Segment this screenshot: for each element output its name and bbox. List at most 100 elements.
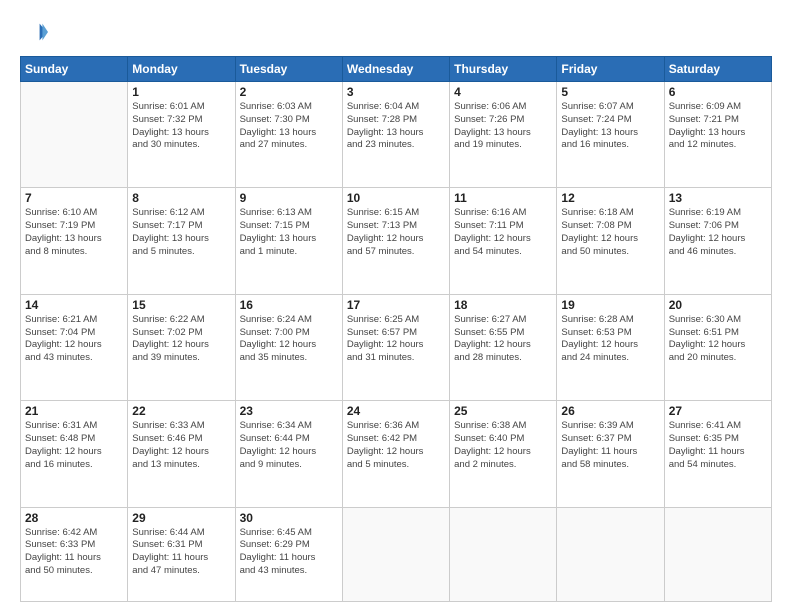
day-cell: 20 Sunrise: 6:30 AM Sunset: 6:51 PM Dayli… bbox=[664, 294, 771, 400]
day-number: 29 bbox=[132, 511, 230, 525]
day-cell bbox=[450, 507, 557, 601]
weekday-header: Saturday bbox=[664, 57, 771, 82]
day-number: 16 bbox=[240, 298, 338, 312]
logo bbox=[20, 18, 52, 46]
day-cell: 15 Sunrise: 6:22 AM Sunset: 7:02 PM Dayli… bbox=[128, 294, 235, 400]
day-number: 26 bbox=[561, 404, 659, 418]
day-info: Sunrise: 6:45 AM Sunset: 6:29 PM Dayligh… bbox=[240, 527, 338, 578]
day-cell: 1 Sunrise: 6:01 AM Sunset: 7:32 PM Daylig… bbox=[128, 82, 235, 188]
day-cell: 29 Sunrise: 6:44 AM Sunset: 6:31 PM Dayli… bbox=[128, 507, 235, 601]
day-info: Sunrise: 6:10 AM Sunset: 7:19 PM Dayligh… bbox=[25, 207, 123, 258]
day-number: 24 bbox=[347, 404, 445, 418]
day-cell: 12Sunrise: 6:18 AM Sunset: 7:08 PM Dayli… bbox=[557, 188, 664, 294]
day-info: Sunrise: 6:34 AM Sunset: 6:44 PM Dayligh… bbox=[240, 420, 338, 471]
day-number: 11 bbox=[454, 191, 552, 205]
day-number: 14 bbox=[25, 298, 123, 312]
day-info: Sunrise: 6:03 AM Sunset: 7:30 PM Dayligh… bbox=[240, 101, 338, 152]
day-info: Sunrise: 6:04 AM Sunset: 7:28 PM Dayligh… bbox=[347, 101, 445, 152]
day-cell: 30 Sunrise: 6:45 AM Sunset: 6:29 PM Dayli… bbox=[235, 507, 342, 601]
weekday-header: Wednesday bbox=[342, 57, 449, 82]
day-cell: 3Sunrise: 6:04 AM Sunset: 7:28 PM Daylig… bbox=[342, 82, 449, 188]
weekday-header: Monday bbox=[128, 57, 235, 82]
day-number: 25 bbox=[454, 404, 552, 418]
day-info: Sunrise: 6:13 AM Sunset: 7:15 PM Dayligh… bbox=[240, 207, 338, 258]
day-info: Sunrise: 6:41 AM Sunset: 6:35 PM Dayligh… bbox=[669, 420, 767, 471]
day-cell bbox=[557, 507, 664, 601]
day-cell: 14 Sunrise: 6:21 AM Sunset: 7:04 PM Dayli… bbox=[21, 294, 128, 400]
day-cell: 22 Sunrise: 6:33 AM Sunset: 6:46 PM Dayli… bbox=[128, 401, 235, 507]
day-number: 7 bbox=[25, 191, 123, 205]
page: SundayMondayTuesdayWednesdayThursdayFrid… bbox=[0, 0, 792, 612]
day-info: Sunrise: 6:36 AM Sunset: 6:42 PM Dayligh… bbox=[347, 420, 445, 471]
day-info: Sunrise: 6:07 AM Sunset: 7:24 PM Dayligh… bbox=[561, 101, 659, 152]
day-info: Sunrise: 6:44 AM Sunset: 6:31 PM Dayligh… bbox=[132, 527, 230, 578]
day-info: Sunrise: 6:24 AM Sunset: 7:00 PM Dayligh… bbox=[240, 314, 338, 365]
weekday-header: Thursday bbox=[450, 57, 557, 82]
day-cell: 7 Sunrise: 6:10 AM Sunset: 7:19 PM Daylig… bbox=[21, 188, 128, 294]
calendar-table: SundayMondayTuesdayWednesdayThursdayFrid… bbox=[20, 56, 772, 602]
day-cell: 19Sunrise: 6:28 AM Sunset: 6:53 PM Dayli… bbox=[557, 294, 664, 400]
day-number: 6 bbox=[669, 85, 767, 99]
day-cell: 8Sunrise: 6:12 AM Sunset: 7:17 PM Daylig… bbox=[128, 188, 235, 294]
day-number: 8 bbox=[132, 191, 230, 205]
week-row: 1 Sunrise: 6:01 AM Sunset: 7:32 PM Daylig… bbox=[21, 82, 772, 188]
day-number: 10 bbox=[347, 191, 445, 205]
day-number: 20 bbox=[669, 298, 767, 312]
day-number: 27 bbox=[669, 404, 767, 418]
day-info: Sunrise: 6:21 AM Sunset: 7:04 PM Dayligh… bbox=[25, 314, 123, 365]
day-number: 23 bbox=[240, 404, 338, 418]
header bbox=[20, 18, 772, 46]
day-info: Sunrise: 6:25 AM Sunset: 6:57 PM Dayligh… bbox=[347, 314, 445, 365]
day-number: 4 bbox=[454, 85, 552, 99]
day-info: Sunrise: 6:27 AM Sunset: 6:55 PM Dayligh… bbox=[454, 314, 552, 365]
week-row: 28Sunrise: 6:42 AM Sunset: 6:33 PM Dayli… bbox=[21, 507, 772, 601]
week-row: 14 Sunrise: 6:21 AM Sunset: 7:04 PM Dayli… bbox=[21, 294, 772, 400]
day-number: 13 bbox=[669, 191, 767, 205]
day-info: Sunrise: 6:39 AM Sunset: 6:37 PM Dayligh… bbox=[561, 420, 659, 471]
day-number: 22 bbox=[132, 404, 230, 418]
day-cell bbox=[664, 507, 771, 601]
day-info: Sunrise: 6:30 AM Sunset: 6:51 PM Dayligh… bbox=[669, 314, 767, 365]
day-info: Sunrise: 6:06 AM Sunset: 7:26 PM Dayligh… bbox=[454, 101, 552, 152]
day-cell: 24 Sunrise: 6:36 AM Sunset: 6:42 PM Dayli… bbox=[342, 401, 449, 507]
day-cell: 2Sunrise: 6:03 AM Sunset: 7:30 PM Daylig… bbox=[235, 82, 342, 188]
day-cell: 27 Sunrise: 6:41 AM Sunset: 6:35 PM Dayli… bbox=[664, 401, 771, 507]
day-info: Sunrise: 6:22 AM Sunset: 7:02 PM Dayligh… bbox=[132, 314, 230, 365]
day-number: 30 bbox=[240, 511, 338, 525]
weekday-header: Friday bbox=[557, 57, 664, 82]
day-info: Sunrise: 6:19 AM Sunset: 7:06 PM Dayligh… bbox=[669, 207, 767, 258]
weekday-header-row: SundayMondayTuesdayWednesdayThursdayFrid… bbox=[21, 57, 772, 82]
day-cell: 28Sunrise: 6:42 AM Sunset: 6:33 PM Dayli… bbox=[21, 507, 128, 601]
week-row: 21 Sunrise: 6:31 AM Sunset: 6:48 PM Dayli… bbox=[21, 401, 772, 507]
day-number: 21 bbox=[25, 404, 123, 418]
logo-icon bbox=[20, 18, 48, 46]
day-cell: 6 Sunrise: 6:09 AM Sunset: 7:21 PM Daylig… bbox=[664, 82, 771, 188]
day-info: Sunrise: 6:16 AM Sunset: 7:11 PM Dayligh… bbox=[454, 207, 552, 258]
day-cell: 13 Sunrise: 6:19 AM Sunset: 7:06 PM Dayli… bbox=[664, 188, 771, 294]
day-number: 15 bbox=[132, 298, 230, 312]
day-cell: 11 Sunrise: 6:16 AM Sunset: 7:11 PM Dayli… bbox=[450, 188, 557, 294]
day-cell: 4 Sunrise: 6:06 AM Sunset: 7:26 PM Daylig… bbox=[450, 82, 557, 188]
day-cell: 9 Sunrise: 6:13 AM Sunset: 7:15 PM Daylig… bbox=[235, 188, 342, 294]
day-number: 5 bbox=[561, 85, 659, 99]
week-row: 7 Sunrise: 6:10 AM Sunset: 7:19 PM Daylig… bbox=[21, 188, 772, 294]
day-cell: 21 Sunrise: 6:31 AM Sunset: 6:48 PM Dayli… bbox=[21, 401, 128, 507]
day-info: Sunrise: 6:01 AM Sunset: 7:32 PM Dayligh… bbox=[132, 101, 230, 152]
day-info: Sunrise: 6:28 AM Sunset: 6:53 PM Dayligh… bbox=[561, 314, 659, 365]
day-info: Sunrise: 6:18 AM Sunset: 7:08 PM Dayligh… bbox=[561, 207, 659, 258]
day-number: 9 bbox=[240, 191, 338, 205]
weekday-header: Sunday bbox=[21, 57, 128, 82]
day-number: 1 bbox=[132, 85, 230, 99]
day-cell bbox=[342, 507, 449, 601]
day-number: 18 bbox=[454, 298, 552, 312]
day-cell: 16 Sunrise: 6:24 AM Sunset: 7:00 PM Dayli… bbox=[235, 294, 342, 400]
day-info: Sunrise: 6:31 AM Sunset: 6:48 PM Dayligh… bbox=[25, 420, 123, 471]
day-info: Sunrise: 6:09 AM Sunset: 7:21 PM Dayligh… bbox=[669, 101, 767, 152]
day-info: Sunrise: 6:33 AM Sunset: 6:46 PM Dayligh… bbox=[132, 420, 230, 471]
day-cell: 17Sunrise: 6:25 AM Sunset: 6:57 PM Dayli… bbox=[342, 294, 449, 400]
day-cell: 5 Sunrise: 6:07 AM Sunset: 7:24 PM Daylig… bbox=[557, 82, 664, 188]
day-info: Sunrise: 6:42 AM Sunset: 6:33 PM Dayligh… bbox=[25, 527, 123, 578]
day-cell: 18 Sunrise: 6:27 AM Sunset: 6:55 PM Dayli… bbox=[450, 294, 557, 400]
day-info: Sunrise: 6:38 AM Sunset: 6:40 PM Dayligh… bbox=[454, 420, 552, 471]
day-info: Sunrise: 6:15 AM Sunset: 7:13 PM Dayligh… bbox=[347, 207, 445, 258]
